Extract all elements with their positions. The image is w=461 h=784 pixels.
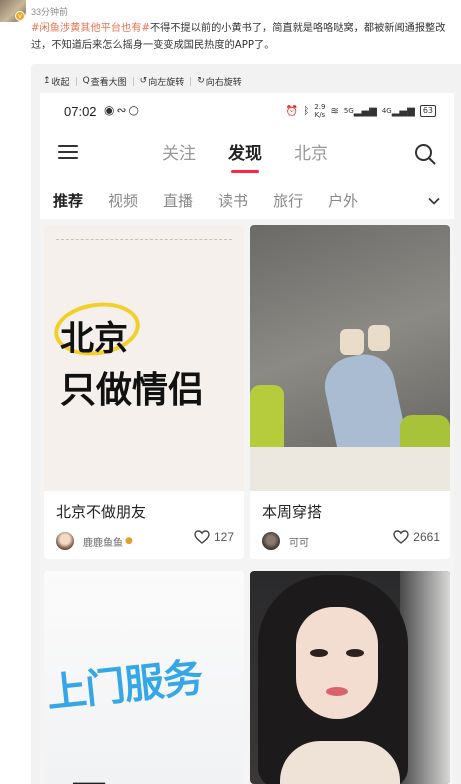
rotate-right-label: 向右旋转 [205,77,242,88]
search-icon: Q [82,76,90,86]
like-count: 127 [213,530,234,544]
heart-icon [393,530,409,544]
cover-text-line2: 一… [72,759,140,784]
white-fabric [250,447,450,491]
rotate-right-icon: ↻ [197,76,205,86]
note-cover-image: 上门服务 一… [44,571,244,784]
nav-tabs: 关注 发现 北京 [162,139,360,173]
author-avatar[interactable]: v [0,0,26,22]
link-icon: ∾ [116,103,129,117]
chevron-down-icon[interactable] [428,195,440,207]
note-card[interactable]: 上门服务 一… [44,571,244,784]
avatar [56,532,74,550]
like-count: 2661 [413,530,440,544]
category-bar: 推荐 视频 直播 读书 旅行 户外 [40,185,454,217]
shoe-right [368,325,390,351]
green-cushion-left [250,385,284,455]
category-reading[interactable]: 读书 [218,190,248,211]
tab-local[interactable]: 北京 [294,139,328,164]
avatar [262,532,280,550]
collapse-icon: ↥ [43,76,51,86]
toolbar-divider [132,76,134,86]
like-button[interactable]: 2661 [393,530,440,544]
rotate-left-icon: ↺ [139,76,148,86]
note-author[interactable]: 鹿鹿鱼鱼 ● [56,532,133,550]
note-cover-image [250,225,450,491]
author-name: 可可 [289,537,309,549]
signal-4g: 4G [381,107,392,115]
post-body: #闲鱼涉黄其他平台也有#不得不提以前的小黄书了，简直就是咯咯哒窝，都被新闻通报整… [31,20,453,54]
hamburger-menu-icon[interactable] [58,145,78,159]
cover-divider [56,239,232,240]
note-card[interactable] [250,571,450,784]
cover-text-line2: 只做情侣 [60,370,205,411]
note-cover-image: 北京 只做情侣 [44,225,244,491]
category-live[interactable]: 直播 [163,190,193,211]
author-badge-icon: ● [125,536,133,546]
network-speed: 2.9 K/s [314,103,326,119]
rotate-left-label: 向左旋转 [148,77,185,88]
face-shape [296,607,378,719]
eye-icon: ◉ [104,103,117,117]
eye-right [346,649,364,657]
signal-5g: 5G [343,107,354,115]
verified-badge-icon: v [15,11,25,21]
tab-discover[interactable]: 发现 [228,139,262,173]
battery-indicator: 63 [419,105,436,117]
toolbar-divider [190,76,192,86]
wifi-icon: ≋ [330,105,339,117]
toolbar-divider [75,76,77,86]
bluetooth-icon: ᛒ [303,105,310,117]
heart-icon [194,530,210,544]
note-title: 本周穿搭 [262,503,323,521]
note-card[interactable]: 北京 只做情侣 北京不做朋友 鹿鹿鱼鱼 ● 127 [44,225,244,559]
view-large-label: 查看大图 [90,77,127,88]
lips [326,687,348,696]
signal-bars-icon-2: ▂▄▆ [391,105,415,117]
tab-following[interactable]: 关注 [162,139,196,164]
like-button[interactable]: 127 [194,530,234,544]
shoulders [280,741,400,784]
alarm-icon: ⏰ [285,105,299,117]
collapse-label: 收起 [51,77,70,88]
view-large-button[interactable]: Q 查看大图 [83,75,127,88]
category-recommend[interactable]: 推荐 [53,190,83,211]
search-small-icon: ○ [128,103,142,117]
rotate-left-button[interactable]: ↺ 向左旋转 [140,75,185,88]
eye-left [310,649,328,657]
collapse-button[interactable]: ↥ 收起 [43,75,70,88]
category-travel[interactable]: 旅行 [273,190,303,211]
note-cover-image [250,571,450,784]
rotate-right-button[interactable]: ↻ 向右旋转 [197,75,242,88]
cover-text-line1: 上门服务 [44,654,205,718]
shoe-left [340,329,364,355]
status-time: 07:02 [64,104,97,119]
status-right-icons: ⏰ ᛒ 2.9 K/s ≋ 5G ▂▄▆ 4G ▂▄▆ 63 [281,103,436,119]
top-navigation: 关注 发现 北京 [40,129,454,177]
note-card[interactable]: 本周穿搭 可可 2661 [250,225,450,559]
status-notification-icons: ◉∾○ [104,103,141,117]
phone-screenshot[interactable]: 07:02 ◉∾○ ⏰ ᛒ 2.9 K/s ≋ 5G ▂▄▆ 4G ▂▄▆ 63 … [40,93,454,784]
signal-bars-icon: ▂▄▆ [353,105,377,117]
topic-link[interactable]: #闲鱼涉黄其他平台也有# [31,23,150,34]
cover-text-line1: 北京 [60,319,128,359]
category-video[interactable]: 视频 [108,190,138,211]
post-timestamp: 33分钟前 [31,7,69,17]
status-bar: 07:02 ◉∾○ ⏰ ᛒ 2.9 K/s ≋ 5G ▂▄▆ 4G ▂▄▆ 63 [40,93,454,129]
category-list: 推荐 视频 直播 读书 旅行 户外 [53,190,383,211]
search-icon[interactable] [414,143,436,165]
image-toolbar: ↥ 收起 Q 查看大图 ↺ 向左旋转 ↻ 向右旋转 [43,72,242,90]
category-outdoor[interactable]: 户外 [328,190,358,211]
note-author[interactable]: 可可 [262,532,309,550]
note-title: 北京不做朋友 [56,503,147,521]
author-name: 鹿鹿鱼鱼 [83,537,123,549]
